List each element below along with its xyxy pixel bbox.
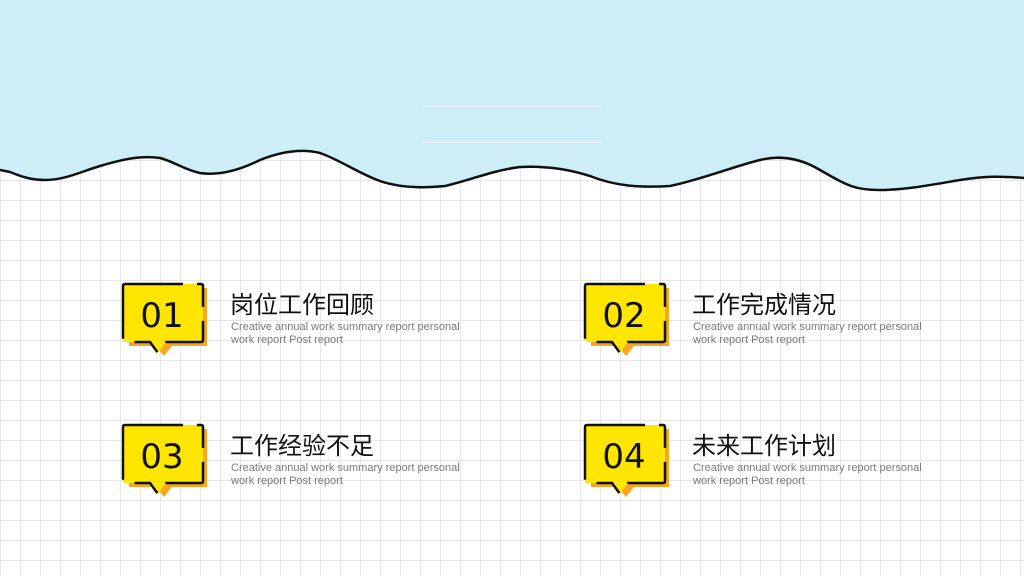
number-badge: 02 bbox=[582, 282, 672, 362]
item-title: 未来工作计划 bbox=[692, 432, 836, 460]
item-title: 工作完成情况 bbox=[692, 291, 836, 319]
item-description: Creative annual work summary report pers… bbox=[231, 321, 460, 346]
item-number: 04 bbox=[602, 437, 646, 477]
toc-item-02[interactable]: 02 工作完成情况 Creative annual work summary r… bbox=[582, 282, 962, 362]
item-description: Creative annual work summary report pers… bbox=[231, 462, 460, 487]
title-line-bottom bbox=[423, 142, 601, 143]
number-badge: 03 bbox=[120, 423, 210, 503]
title-line-top bbox=[423, 106, 601, 107]
item-number: 02 bbox=[602, 296, 646, 336]
item-number: 01 bbox=[140, 296, 184, 336]
number-badge: 04 bbox=[582, 423, 672, 503]
toc-item-04[interactable]: 04 未来工作计划 Creative annual work summary r… bbox=[582, 423, 962, 503]
item-description: Creative annual work summary report pers… bbox=[693, 321, 922, 346]
item-description: Creative annual work summary report pers… bbox=[693, 462, 922, 487]
toc-item-03[interactable]: 03 工作经验不足 Creative annual work summary r… bbox=[120, 423, 500, 503]
number-badge: 01 bbox=[120, 282, 210, 362]
toc-item-01[interactable]: 01 岗位工作回顾 Creative annual work summary r… bbox=[120, 282, 500, 362]
item-number: 03 bbox=[140, 437, 184, 477]
item-title: 工作经验不足 bbox=[230, 432, 374, 460]
sky-banner bbox=[0, 0, 1024, 192]
sky-fill bbox=[0, 0, 1024, 190]
item-title: 岗位工作回顾 bbox=[230, 291, 374, 319]
